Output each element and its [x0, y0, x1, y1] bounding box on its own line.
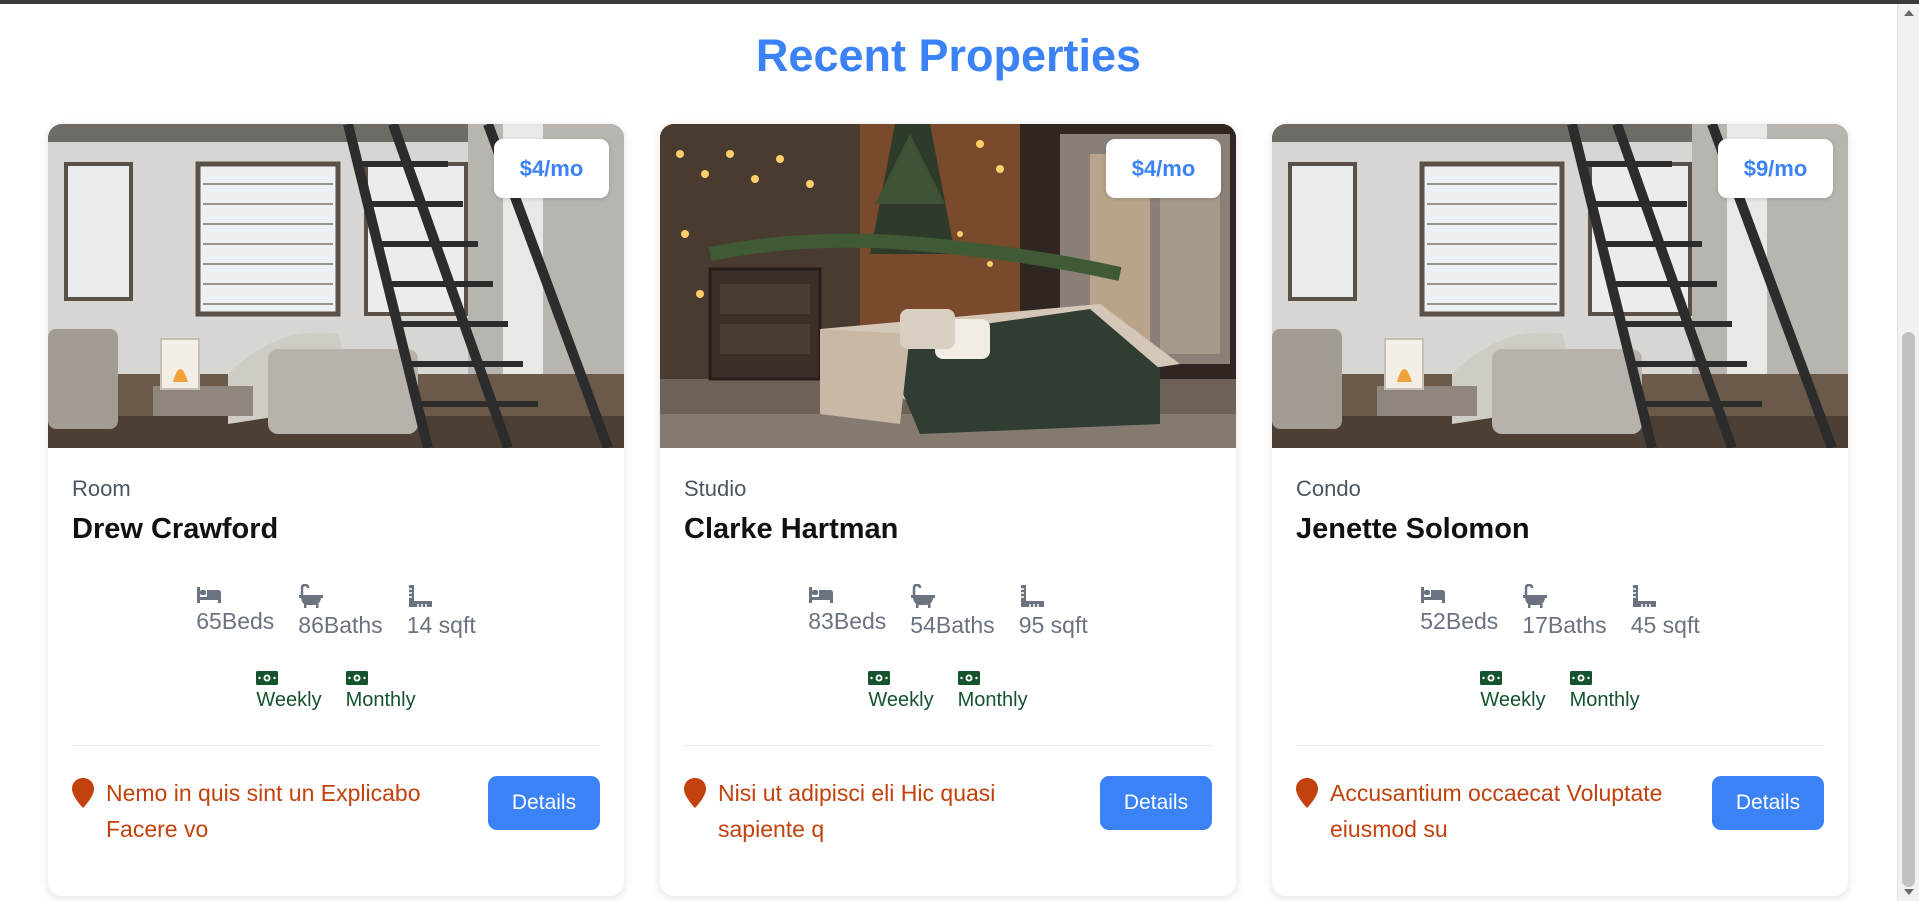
baths-stat: 54Baths: [910, 584, 995, 639]
property-stats: 83Beds 54Baths 95 sqft: [660, 584, 1236, 639]
bath-icon: [911, 584, 936, 608]
rate-weekly-label: Weekly: [1480, 689, 1546, 711]
property-card: $9/mo Condo Jenette Solomon 52Beds 17Bat…: [1272, 124, 1848, 896]
rate-weekly-label: Weekly: [256, 689, 322, 711]
card-divider: [684, 745, 1212, 746]
money-icon: [1569, 671, 1592, 685]
location-text: Nisi ut adipisci eli Hic quasi sapiente …: [718, 780, 996, 842]
scroll-up-arrow[interactable]: [1904, 10, 1914, 16]
details-button[interactable]: Details: [488, 776, 600, 830]
baths-count: 86Baths: [298, 612, 383, 638]
property-type: Condo: [1296, 476, 1361, 501]
section-title: Recent Properties: [755, 30, 1142, 81]
baths-stat: 17Baths: [1522, 584, 1607, 639]
money-icon: [957, 671, 980, 685]
property-image[interactable]: $4/mo: [660, 124, 1236, 448]
property-card: $4/mo Room Drew Crawford 65Beds 86Baths …: [48, 124, 624, 896]
map-marker-icon: [684, 778, 706, 808]
baths-count: 17Baths: [1522, 612, 1607, 638]
beds-count: 52Beds: [1420, 608, 1499, 634]
location-text: Nemo in quis sint un Explicabo Facere vo: [106, 780, 421, 842]
rate-monthly: Monthly: [345, 671, 416, 712]
property-image[interactable]: $4/mo: [48, 124, 624, 448]
property-location: Nemo in quis sint un Explicabo Facere vo: [72, 775, 472, 847]
rate-monthly-label: Monthly: [957, 689, 1028, 711]
money-icon: [345, 671, 368, 685]
card-divider: [72, 745, 600, 746]
window-top-bar: [0, 0, 1919, 4]
bed-icon: [809, 587, 834, 603]
property-location: Accusantium occaecat Voluptate eiusmod s…: [1296, 775, 1696, 847]
property-name: Jenette Solomon: [1296, 513, 1530, 545]
rate-monthly: Monthly: [1569, 671, 1640, 712]
property-stats: 52Beds 17Baths 45 sqft: [1272, 584, 1848, 639]
property-type: Studio: [684, 476, 747, 501]
vertical-scrollbar[interactable]: [1897, 4, 1919, 901]
details-button[interactable]: Details: [1100, 776, 1212, 830]
beds-stat: 52Beds: [1420, 584, 1498, 639]
property-name: Drew Crawford: [72, 513, 279, 545]
rate-monthly: Monthly: [957, 671, 1028, 712]
price-badge: $4/mo: [494, 139, 609, 198]
beds-stat: 83Beds: [808, 584, 886, 639]
rate-weekly-label: Weekly: [868, 689, 934, 711]
scroll-down-arrow[interactable]: [1904, 889, 1914, 895]
scrollbar-thumb[interactable]: [1902, 332, 1915, 887]
property-location: Nisi ut adipisci eli Hic quasi sapiente …: [684, 775, 1084, 847]
area-size: 45 sqft: [1630, 612, 1700, 638]
area-size: 14 sqft: [406, 612, 476, 638]
bed-icon: [1421, 587, 1446, 603]
beds-count: 65Beds: [196, 608, 275, 634]
price-badge: $9/mo: [1718, 139, 1833, 198]
ruler-icon: [408, 585, 432, 607]
beds-stat: 65Beds: [196, 584, 274, 639]
property-type: Room: [72, 476, 131, 501]
rate-weekly: Weekly: [1480, 671, 1546, 712]
price-badge: $4/mo: [1106, 139, 1221, 198]
area-size: 95 sqft: [1018, 612, 1088, 638]
details-button[interactable]: Details: [1712, 776, 1824, 830]
rate-weekly: Weekly: [256, 671, 322, 712]
money-icon: [256, 671, 279, 685]
money-icon: [1480, 671, 1503, 685]
bath-icon: [299, 584, 324, 608]
rental-rates: Weekly Monthly: [48, 671, 624, 712]
rental-rates: Weekly Monthly: [1272, 671, 1848, 712]
area-stat: 95 sqft: [1019, 584, 1088, 639]
bath-icon: [1523, 584, 1548, 608]
ruler-icon: [1020, 585, 1044, 607]
card-divider: [1296, 745, 1824, 746]
rate-monthly-label: Monthly: [1569, 689, 1640, 711]
rental-rates: Weekly Monthly: [660, 671, 1236, 712]
baths-count: 54Baths: [910, 612, 995, 638]
rate-monthly-label: Monthly: [345, 689, 416, 711]
map-marker-icon: [1296, 778, 1318, 808]
area-stat: 14 sqft: [407, 584, 476, 639]
property-card: $4/mo Studio Clarke Hartman 83Beds 54Bat…: [660, 124, 1236, 896]
money-icon: [868, 671, 891, 685]
area-stat: 45 sqft: [1631, 584, 1700, 639]
bed-icon: [197, 587, 222, 603]
map-marker-icon: [72, 778, 94, 808]
location-text: Accusantium occaecat Voluptate eiusmod s…: [1330, 780, 1663, 842]
property-name: Clarke Hartman: [684, 513, 899, 545]
property-image[interactable]: $9/mo: [1272, 124, 1848, 448]
ruler-icon: [1632, 585, 1656, 607]
beds-count: 83Beds: [808, 608, 887, 634]
rate-weekly: Weekly: [868, 671, 934, 712]
baths-stat: 86Baths: [298, 584, 383, 639]
property-stats: 65Beds 86Baths 14 sqft: [48, 584, 624, 639]
